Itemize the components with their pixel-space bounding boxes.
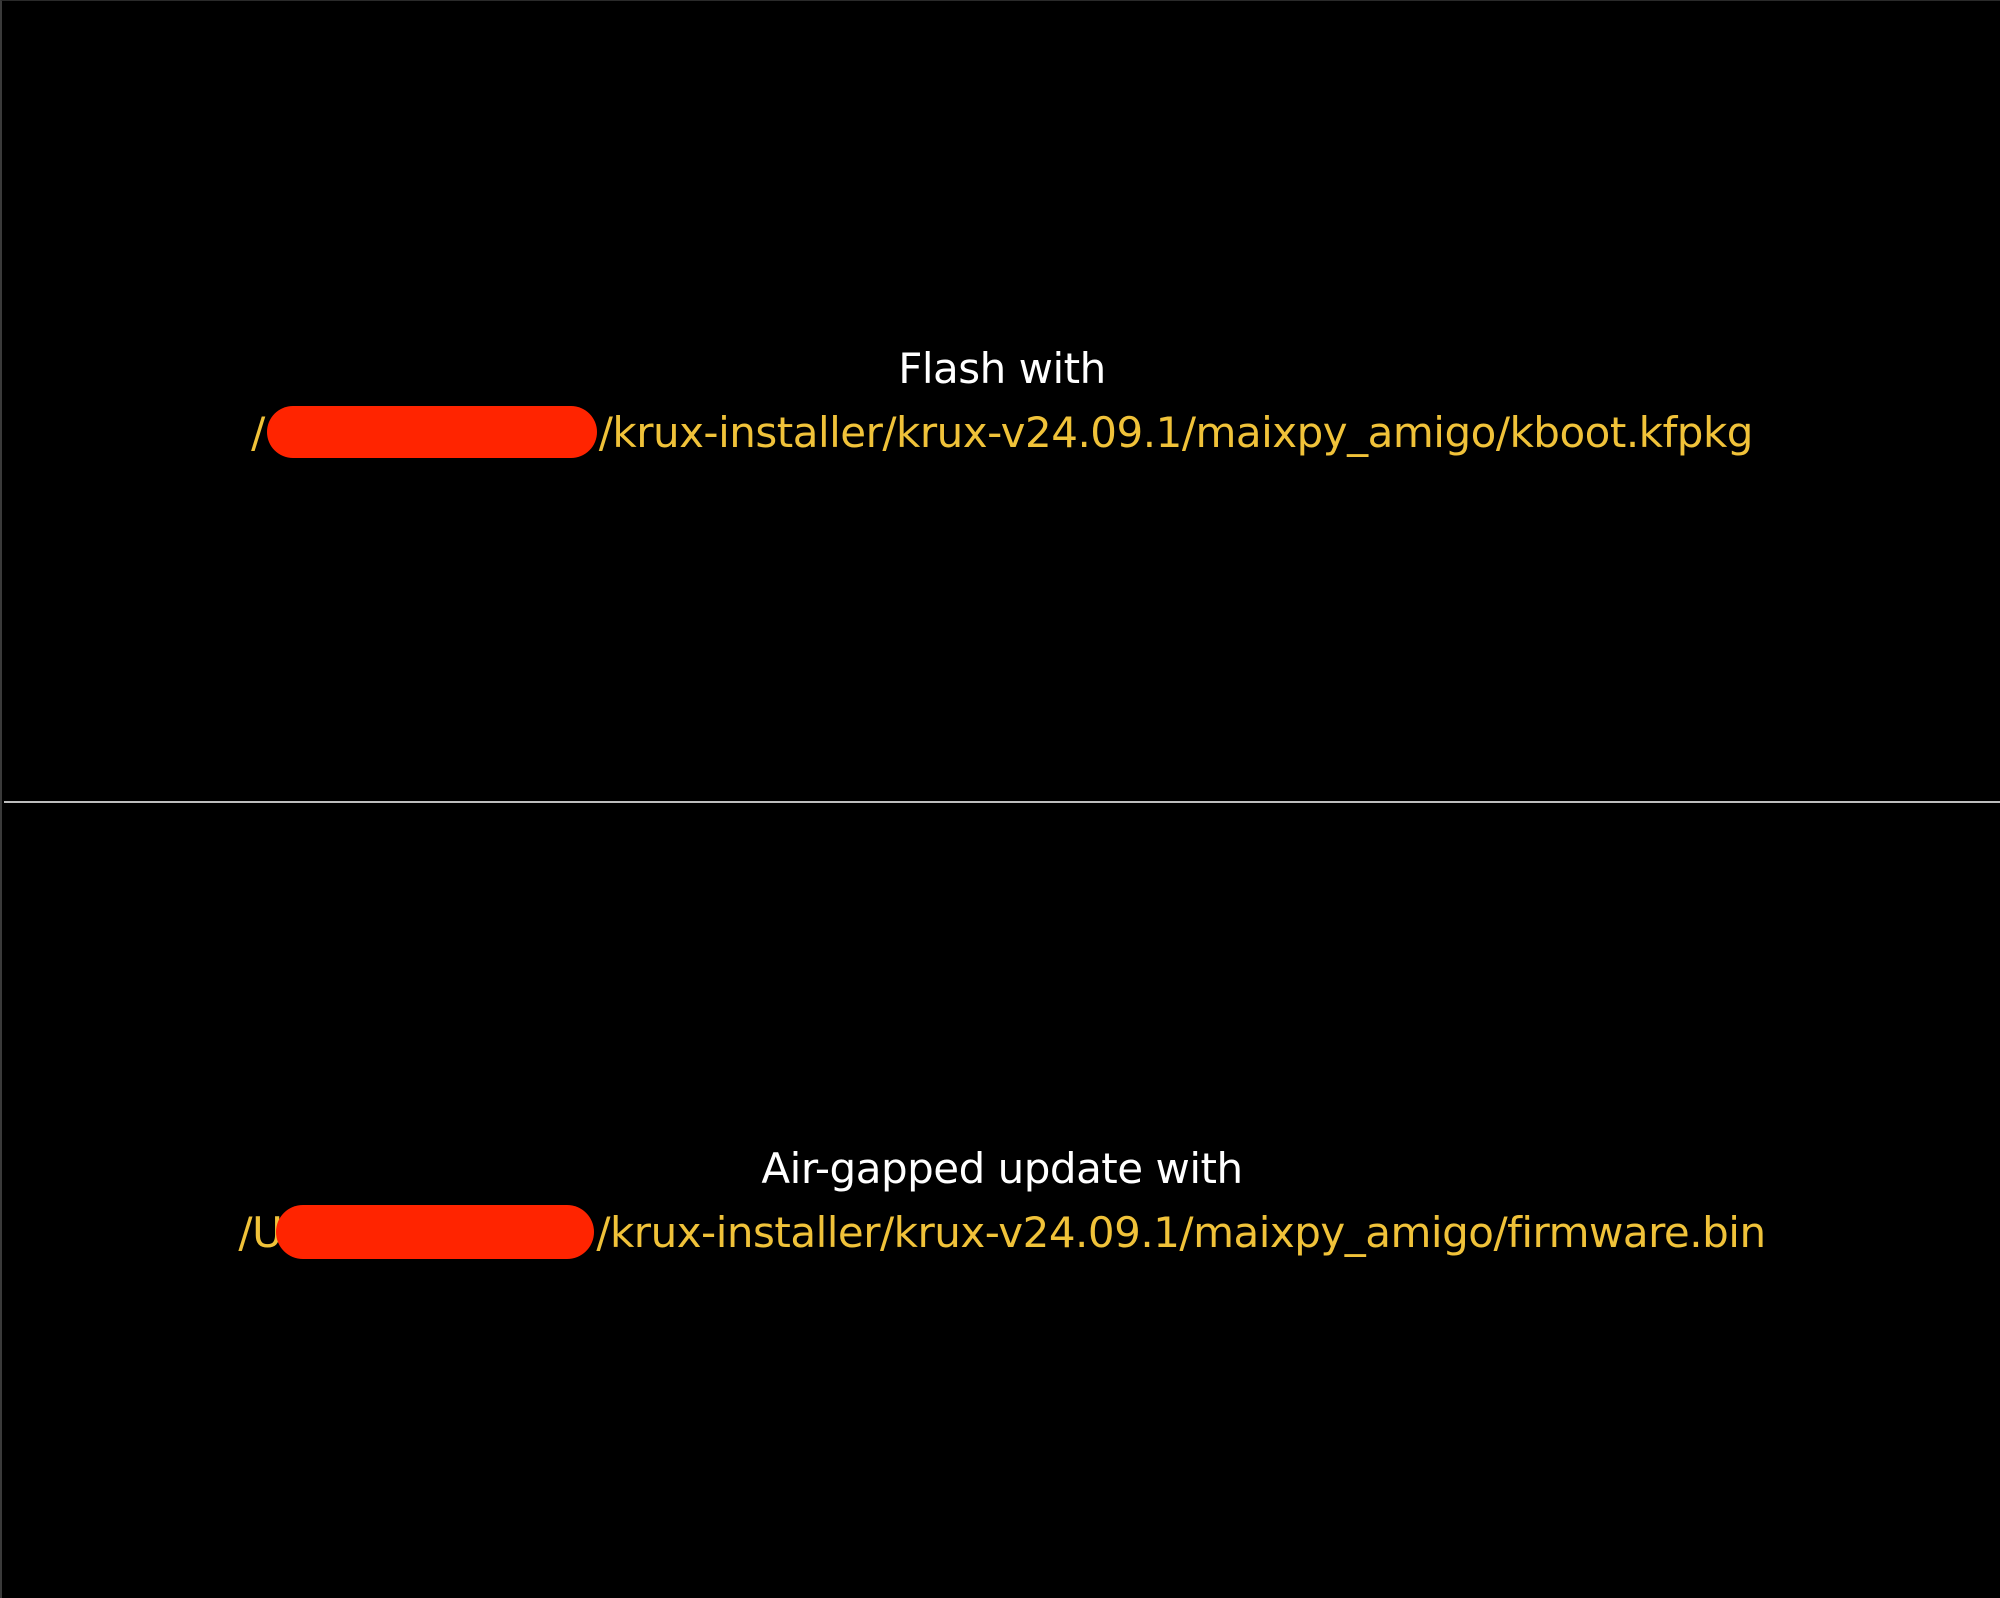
flash-path-prefix: /	[251, 408, 265, 457]
redaction-mark	[266, 405, 597, 458]
flash-option-button[interactable]: Flash with / /krux-installer/krux-v24.09.…	[4, 1, 2000, 801]
flash-option-path: / /krux-installer/krux-v24.09.1/maixpy_am…	[251, 401, 1753, 465]
flash-option-label: Flash with	[898, 344, 1106, 393]
airgapped-update-option-label: Air-gapped update with	[761, 1144, 1243, 1193]
airgapped-path-suffix: /krux-installer/krux-v24.09.1/maixpy_ami…	[596, 1208, 1766, 1257]
installer-window: Flash with / /krux-installer/krux-v24.09.…	[0, 0, 2000, 1598]
redaction-mark	[276, 1204, 595, 1259]
flash-path-suffix: /krux-installer/krux-v24.09.1/maixpy_ami…	[598, 408, 1754, 457]
airgapped-update-option-button[interactable]: Air-gapped update with /U/krux-installer…	[4, 803, 2000, 1598]
airgapped-update-option-path: /U/krux-installer/krux-v24.09.1/maixpy_a…	[238, 1201, 1766, 1265]
